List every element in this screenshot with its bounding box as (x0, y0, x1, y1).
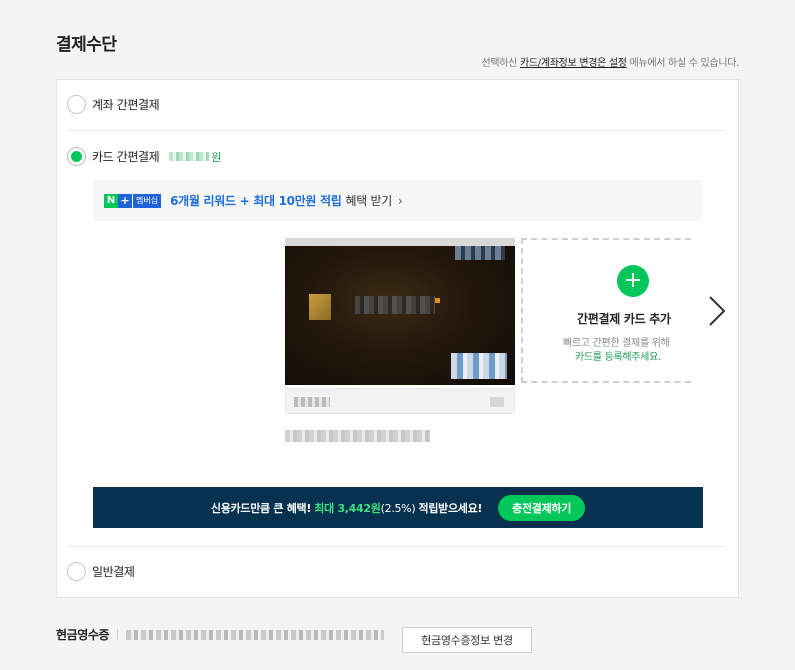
section-title: 결제수단 (56, 35, 117, 55)
card-accent (435, 298, 440, 303)
masked-receipt-info (126, 629, 385, 640)
dropdown-chevron-icon (490, 397, 504, 407)
add-card-title: 간편결제 카드 추가 (577, 312, 671, 326)
carousel-next-icon[interactable] (705, 294, 729, 328)
add-easy-pay-card[interactable]: + 간편결제 카드 추가 빠르고 간편한 결제를 위해 카드를 등록해주세요. (521, 238, 693, 383)
amount-suffix: 원 (211, 150, 222, 164)
payment-method-panel: 계좌 간편결제 카드 간편결제 원 N + 멤버십 6개월 리워드 + 최대 1… (56, 79, 739, 598)
option-account-easy-pay[interactable]: 계좌 간편결제 (67, 95, 160, 114)
cash-banner-tail: 적립받으세요! (418, 501, 483, 515)
chevron-right-icon: › (398, 193, 403, 208)
card-carousel: + 간편결제 카드 추가 빠르고 간편한 결제를 위해 카드를 등록해주세요. (285, 238, 693, 458)
general-option-label: 일반결제 (92, 565, 135, 579)
add-plus-icon: + (617, 265, 649, 297)
account-option-label: 계좌 간편결제 (92, 98, 160, 112)
settings-link[interactable]: 카드/계좌정보 변경은 설정 (520, 58, 627, 69)
general-radio[interactable] (67, 562, 86, 581)
divider (67, 130, 726, 131)
promo-highlight: 6개월 리워드 + 최대 10만원 적립 (170, 194, 342, 208)
account-radio[interactable] (67, 95, 86, 114)
settings-notice: 선택하신 카드/계좌정보 변경은 설정 메뉴에서 하실 수 있습니다. (481, 54, 739, 69)
charge-pay-button[interactable]: 충전결제하기 (498, 494, 586, 521)
card-brand-logo (455, 246, 505, 260)
card-option-label: 카드 간편결제 (92, 150, 160, 164)
card-radio-selected[interactable] (67, 147, 86, 166)
add-card-desc: 빠르고 간편한 결제를 위해 (563, 338, 670, 349)
masked-point-amount: 원 (169, 149, 221, 165)
masked-card-name (355, 296, 435, 314)
masked-value (169, 152, 210, 161)
cash-banner-lead: 신용카드만큼 큰 혜택! (210, 501, 312, 515)
separator (117, 629, 119, 640)
masked-installment (294, 397, 330, 407)
naver-n-icon: N (104, 193, 118, 208)
masked-card-number (285, 430, 430, 442)
registered-card-image[interactable] (285, 238, 515, 385)
add-card-desc-link: 카드를 등록해주세요. (575, 352, 661, 363)
card-option-strip[interactable] (285, 388, 515, 414)
naver-plus-membership-badge: N + 멤버십 (104, 193, 162, 208)
card-network-logo (451, 353, 507, 379)
option-card-easy-pay[interactable]: 카드 간편결제 원 (67, 147, 221, 166)
cash-receipt-label: 현금영수증 (56, 628, 110, 642)
cash-banner-text: 신용카드만큼 큰 혜택! 최대 3,442원(2.5%) 적립받으세요! (210, 500, 483, 516)
change-receipt-info-button[interactable]: 현금영수증정보 변경 (402, 627, 532, 653)
cash-banner-rate: (2.5%) (380, 501, 416, 515)
option-general-pay[interactable]: 일반결제 (67, 562, 135, 581)
promo-suffix: 혜택 받기 (345, 194, 393, 208)
cash-charge-banner: 신용카드만큼 큰 혜택! 최대 3,442원(2.5%) 적립받으세요! 충전결… (93, 487, 703, 528)
cash-banner-highlight: 최대 3,442원 (314, 501, 381, 515)
cash-receipt-row: 현금영수증 (56, 626, 385, 643)
membership-label: 멤버십 (132, 193, 162, 208)
plus-icon: + (118, 193, 132, 208)
notice-suffix: 메뉴에서 하실 수 있습니다. (626, 58, 740, 69)
card-chip-icon (309, 294, 331, 320)
membership-promo-bar[interactable]: N + 멤버십 6개월 리워드 + 최대 10만원 적립 혜택 받기 › (93, 180, 703, 221)
divider (67, 546, 726, 547)
notice-prefix: 선택하신 (481, 58, 520, 69)
